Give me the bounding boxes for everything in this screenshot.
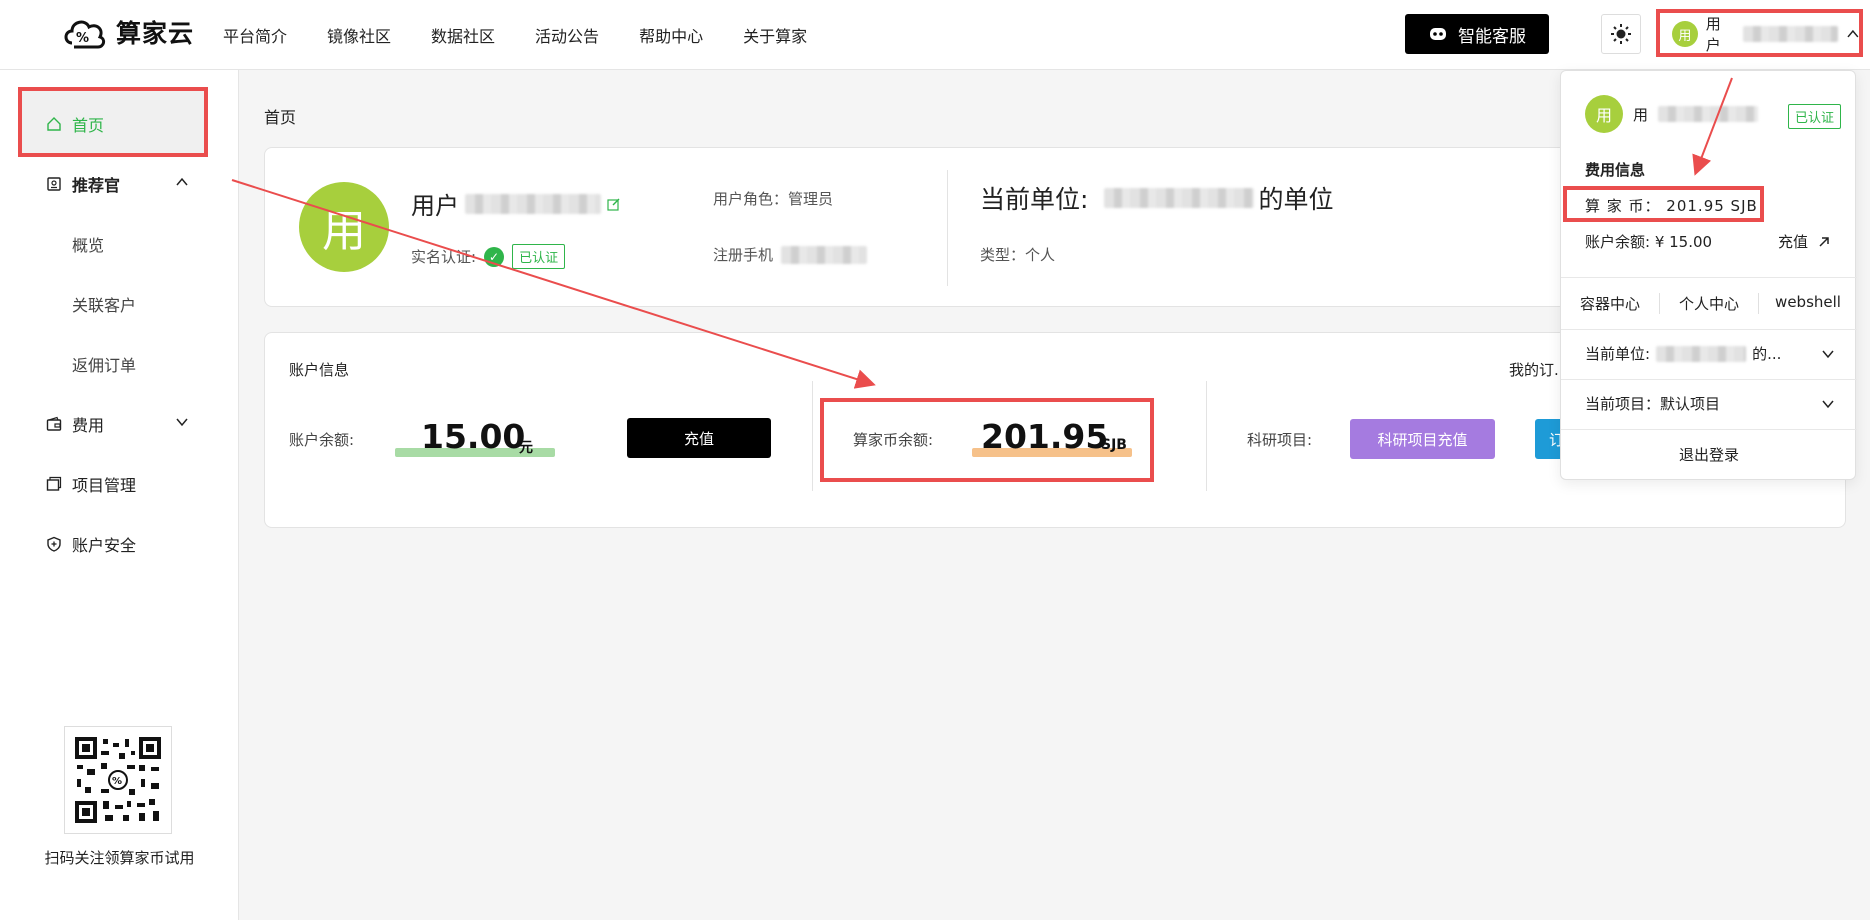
annotation-arrows <box>231 77 1733 389</box>
annotation-arrow-to-dropdown-coin <box>1692 77 1733 176</box>
annotation-arrow-to-coin-balance <box>231 179 876 389</box>
page-root: % 算家云 平台简介 镜像社区 数据社区 活动公告 帮助中心 关于算家 智能客服 <box>0 0 1870 920</box>
